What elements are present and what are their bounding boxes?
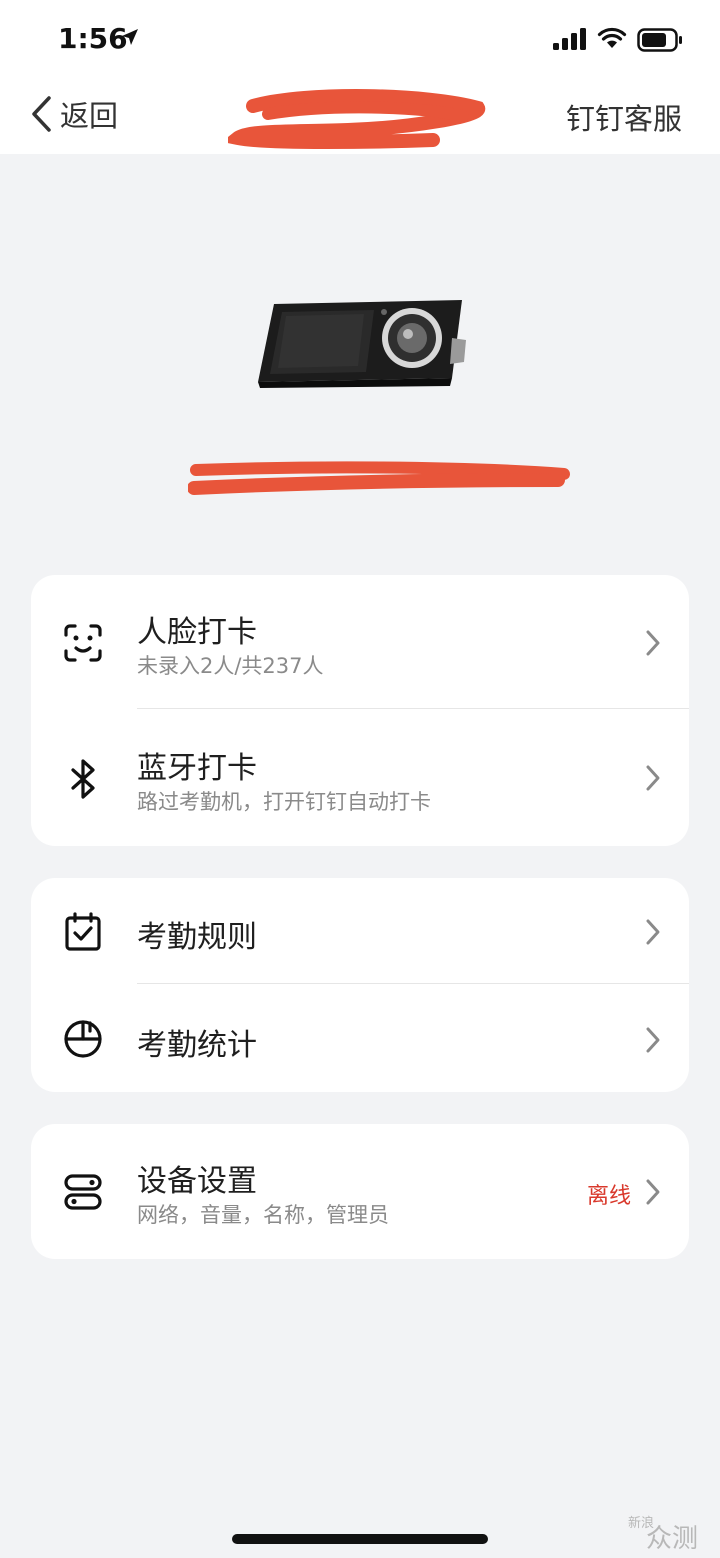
watermark-small-text: 新浪 [628, 1516, 655, 1531]
device-settings-card: 设备设置 网络，音量，名称，管理员 离线 [31, 1124, 689, 1259]
attendance-device-image [258, 300, 466, 388]
attendance-card: 考勤规则 考勤统计 [31, 878, 689, 1092]
chevron-left-icon [32, 96, 51, 132]
navigation-bar: 返回 钉钉客服 [0, 76, 720, 154]
device-toggle-icon [64, 1174, 102, 1210]
back-button[interactable]: 返回 [30, 94, 118, 134]
calendar-check-icon [65, 912, 101, 951]
redacted-title-scribble [228, 89, 486, 149]
device-settings-subtitle: 网络，音量，名称，管理员 [137, 1203, 389, 1227]
offline-status-badge: 离线 [586, 1184, 631, 1209]
face-scan-icon [64, 624, 102, 662]
attendance-rules-row[interactable]: 考勤规则 [31, 878, 689, 983]
back-label: 返回 [60, 99, 119, 133]
device-settings-title: 设备设置 [137, 1164, 257, 1199]
attendance-stats-row[interactable]: 考勤统计 [31, 984, 689, 1092]
chevron-right-icon [646, 765, 660, 791]
bluetooth-icon [71, 759, 95, 799]
checkin-methods-card: 人脸打卡 未录入2人/共237人 蓝牙打卡 路过考勤机，打开钉钉自动打卡 [31, 575, 689, 846]
status-bar: 1:56 [0, 0, 720, 76]
redacted-device-name-scribble [188, 461, 570, 495]
customer-service-button[interactable]: 钉钉客服 [566, 96, 682, 138]
status-time: 1:56 [58, 22, 128, 55]
watermark-big-text: 众测 [646, 1524, 699, 1554]
chevron-right-icon [646, 1027, 660, 1053]
device-settings-row[interactable]: 设备设置 网络，音量，名称，管理员 离线 [31, 1124, 689, 1259]
pie-chart-icon [64, 1020, 102, 1058]
location-arrow-icon [122, 29, 138, 45]
chevron-right-icon [646, 919, 660, 945]
attendance-rules-title: 考勤规则 [137, 920, 257, 955]
cellular-signal-icon [553, 28, 586, 50]
face-checkin-title: 人脸打卡 [137, 615, 257, 650]
chevron-right-icon [646, 630, 660, 656]
bluetooth-checkin-row[interactable]: 蓝牙打卡 路过考勤机，打开钉钉自动打卡 [31, 709, 689, 846]
home-indicator[interactable] [232, 1534, 488, 1544]
bluetooth-checkin-subtitle: 路过考勤机，打开钉钉自动打卡 [137, 790, 431, 814]
wifi-icon [597, 27, 627, 48]
face-checkin-row[interactable]: 人脸打卡 未录入2人/共237人 [31, 575, 689, 709]
chevron-right-icon [646, 1179, 660, 1205]
face-checkin-subtitle: 未录入2人/共237人 [137, 654, 324, 678]
watermark: 新浪 众测 [628, 1516, 712, 1554]
attendance-stats-title: 考勤统计 [137, 1028, 257, 1063]
battery-icon [637, 28, 682, 52]
bluetooth-checkin-title: 蓝牙打卡 [137, 751, 257, 786]
